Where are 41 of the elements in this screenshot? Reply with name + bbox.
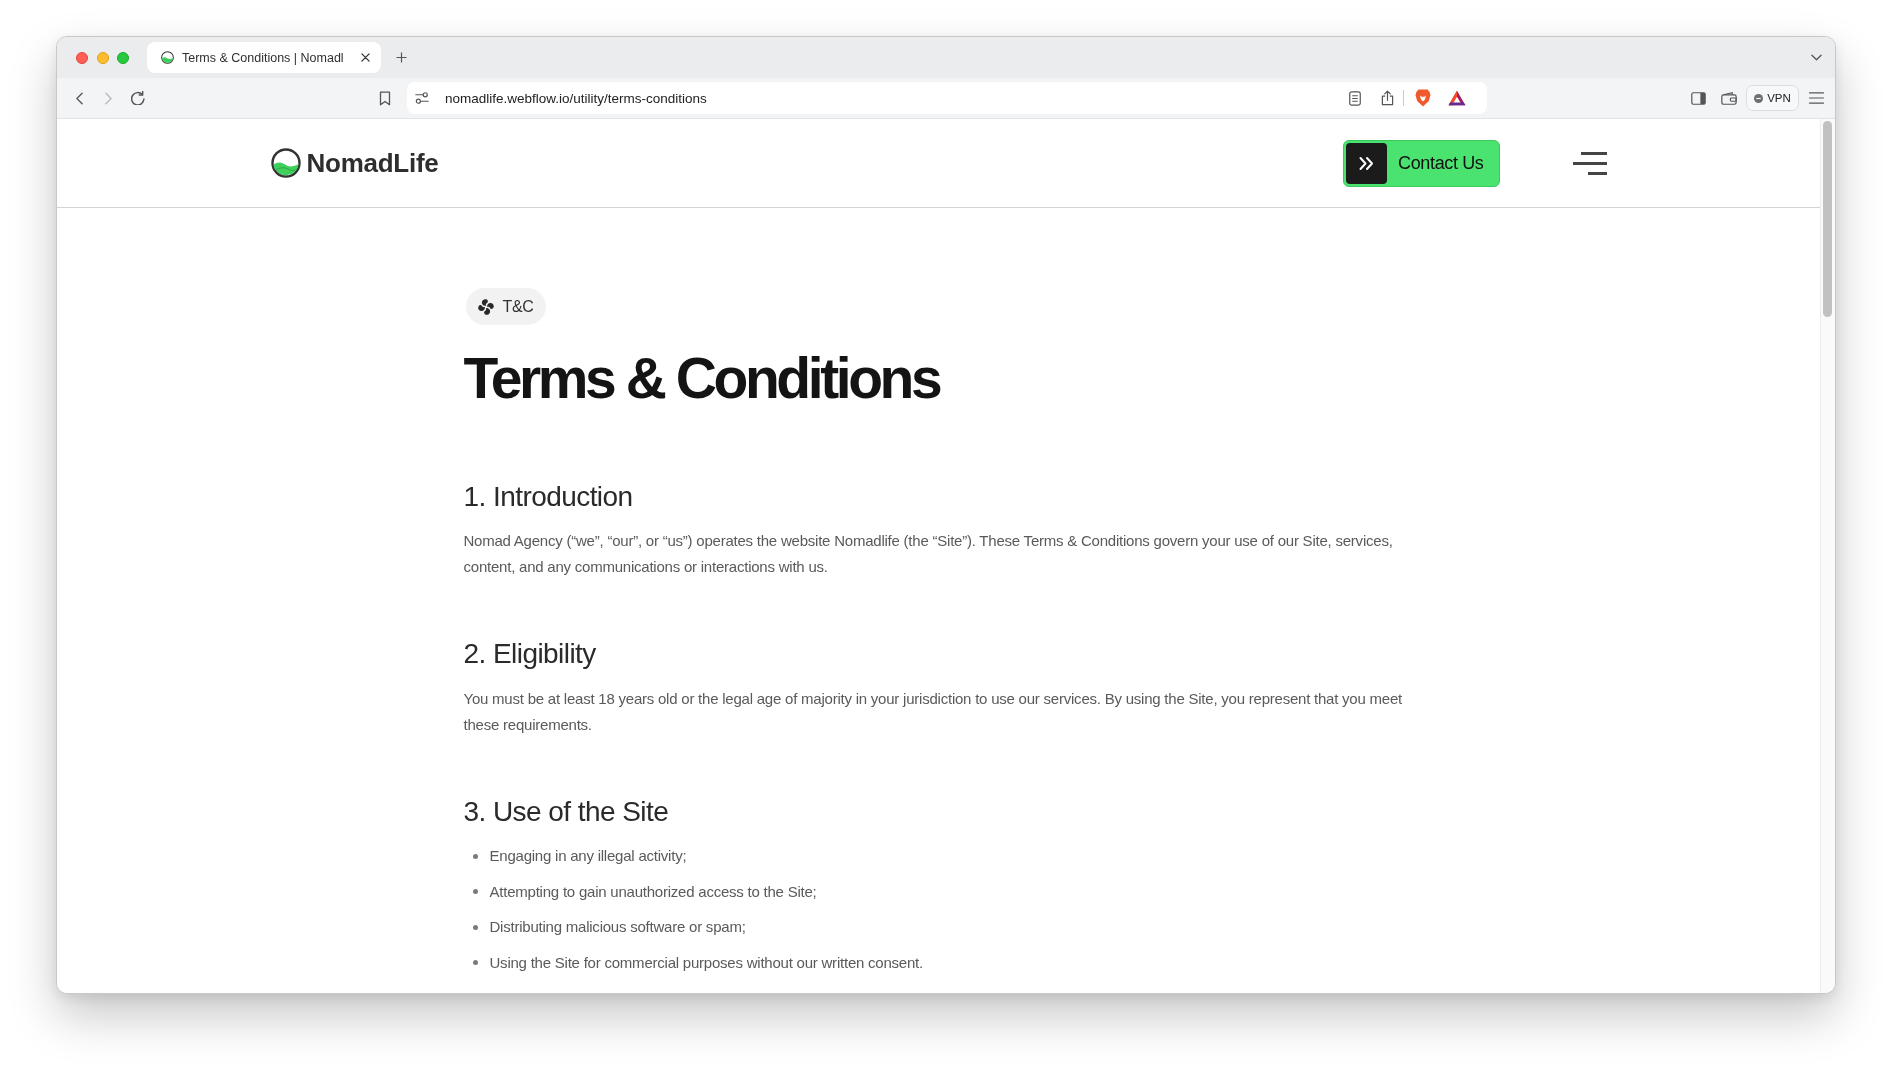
section-heading: 2. Eligibility: [463, 637, 597, 671]
contact-button[interactable]: Contact Us: [1343, 139, 1500, 187]
sliders-icon[interactable]: [415, 92, 429, 104]
reload-icon[interactable]: [130, 91, 145, 105]
minus-circle-icon: [1754, 93, 1764, 103]
double-chevron-icon: [1346, 142, 1388, 184]
logo-icon: [161, 51, 174, 64]
bullet-icon: [472, 889, 478, 895]
section-heading: 3. Use of the Site: [463, 794, 670, 829]
section-heading: 1. Introduction: [463, 479, 634, 514]
bullet-icon: [472, 960, 478, 966]
list-item: Using the Site for commercial purposes without our written consent.: [489, 952, 923, 973]
logo-icon: [270, 148, 301, 178]
back-icon[interactable]: [76, 91, 83, 105]
lion-shield-icon[interactable]: [1415, 89, 1431, 107]
bullet-icon: [472, 853, 478, 859]
list-item: Engaging in any illegal activity;: [489, 846, 687, 867]
address-field[interactable]: nomadlife.webflow.io/utility/terms-conditions: [407, 82, 1487, 114]
share-icon[interactable]: [1381, 90, 1394, 106]
menu-icon[interactable]: [1572, 151, 1607, 175]
page-title: Terms & Conditions: [463, 347, 941, 410]
new-tab-icon[interactable]: [396, 52, 407, 63]
browser-tab[interactable]: Terms & Conditions | Nomadl: [147, 42, 381, 73]
list-item: Distributing malicious software or spam;: [489, 917, 746, 938]
window-close-icon[interactable]: [76, 51, 88, 64]
chevron-down-icon[interactable]: [1811, 54, 1822, 61]
wallet-icon[interactable]: [1721, 91, 1737, 105]
sidebar-icon[interactable]: [1691, 91, 1706, 105]
bullet-icon: [472, 924, 478, 930]
triangle-logo-icon[interactable]: [1448, 90, 1466, 106]
bookmark-icon[interactable]: [378, 90, 391, 106]
reader-mode-icon[interactable]: [1349, 90, 1361, 106]
vpn-button[interactable]: VPN: [1746, 85, 1799, 111]
scrollbar-thumb[interactable]: [1823, 121, 1832, 317]
list-item: Attempting to gain unauthorized access to the Site;: [489, 881, 817, 902]
logo-link[interactable]: NomadLife: [270, 147, 439, 179]
tag-label: T&C: [502, 297, 534, 316]
pinwheel-icon: [476, 297, 495, 316]
section-paragraph: You must be at least 18 years old or the legal age of majority in your jurisdiction to use our services. By using the Site, you represent that you meet these requirements.: [463, 688, 1403, 735]
section-paragraph: Nomad Agency (“we”, “our”, or “us”) operates the website Nomadlife (the “Site”). These Terms & Conditions govern your use of our Site, services, content, and any communications or interactions with us.: [463, 531, 1394, 578]
close-icon[interactable]: [361, 53, 370, 62]
